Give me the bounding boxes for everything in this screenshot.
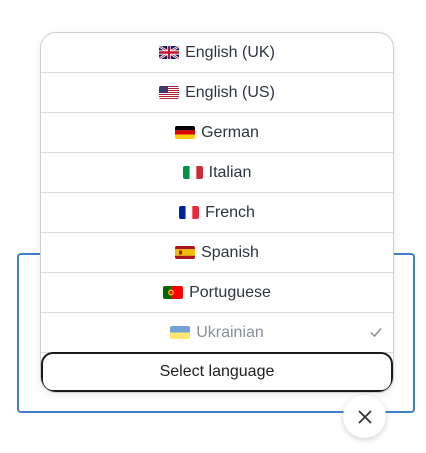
language-label: Ukrainian xyxy=(196,323,264,341)
language-option-french[interactable]: French xyxy=(41,193,393,233)
select-language-button[interactable]: Select language xyxy=(41,352,393,392)
pt-flag-icon xyxy=(163,286,184,299)
language-label: Spanish xyxy=(201,243,259,261)
close-button[interactable] xyxy=(343,395,386,438)
language-label: English (UK) xyxy=(185,43,275,61)
language-option-portuguese[interactable]: Portuguese xyxy=(41,273,393,313)
close-icon xyxy=(357,409,373,425)
es-flag-icon xyxy=(175,246,196,259)
language-label: French xyxy=(205,203,255,221)
language-label: English (US) xyxy=(185,83,275,101)
us-flag-icon xyxy=(159,86,180,99)
it-flag-icon xyxy=(182,166,203,179)
language-label: German xyxy=(201,123,259,141)
language-option-english-uk[interactable]: English (UK) xyxy=(41,33,393,73)
de-flag-icon xyxy=(175,126,196,139)
select-language-label: Select language xyxy=(159,363,275,380)
language-label: Italian xyxy=(208,163,252,181)
ua-flag-icon xyxy=(170,326,191,339)
language-option-english-us[interactable]: English (US) xyxy=(41,73,393,113)
gb-flag-icon xyxy=(159,46,180,59)
language-label: Portuguese xyxy=(189,283,271,301)
language-option-italian[interactable]: Italian xyxy=(41,153,393,193)
language-option-german[interactable]: German xyxy=(41,113,393,153)
language-option-ukrainian[interactable]: Ukrainian xyxy=(41,313,393,353)
language-option-spanish[interactable]: Spanish xyxy=(41,233,393,273)
language-dropdown: English (UK) English (US) German Italian… xyxy=(40,32,394,393)
fr-flag-icon xyxy=(179,206,200,219)
check-icon xyxy=(369,325,383,339)
